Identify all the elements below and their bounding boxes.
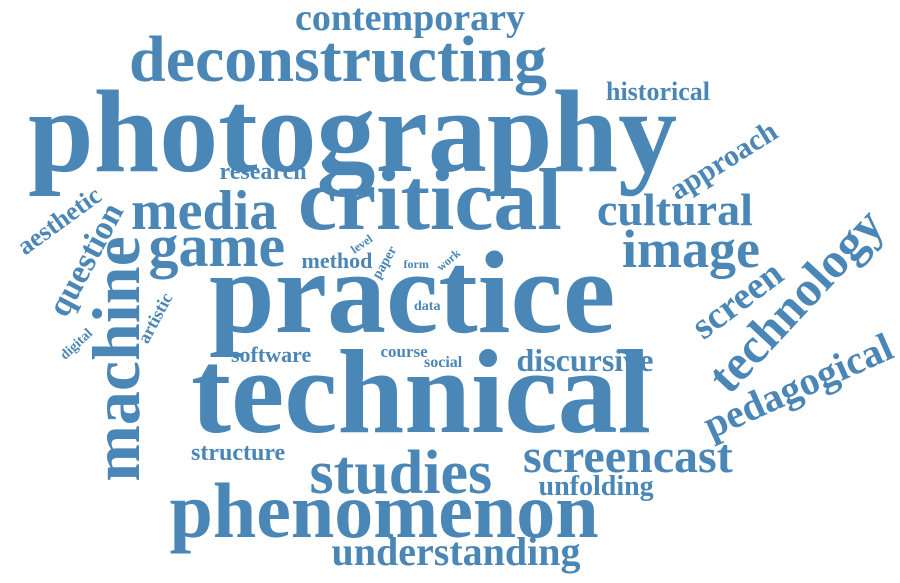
word-understanding: understanding	[331, 529, 581, 574]
word-historical: historical	[606, 77, 710, 106]
word-machine: machine	[77, 236, 154, 482]
word-cloud: contemporary deconstructing photography …	[0, 0, 900, 583]
word-data: data	[414, 299, 441, 314]
word-structure: structure	[191, 440, 286, 466]
word-image: image	[622, 219, 760, 279]
